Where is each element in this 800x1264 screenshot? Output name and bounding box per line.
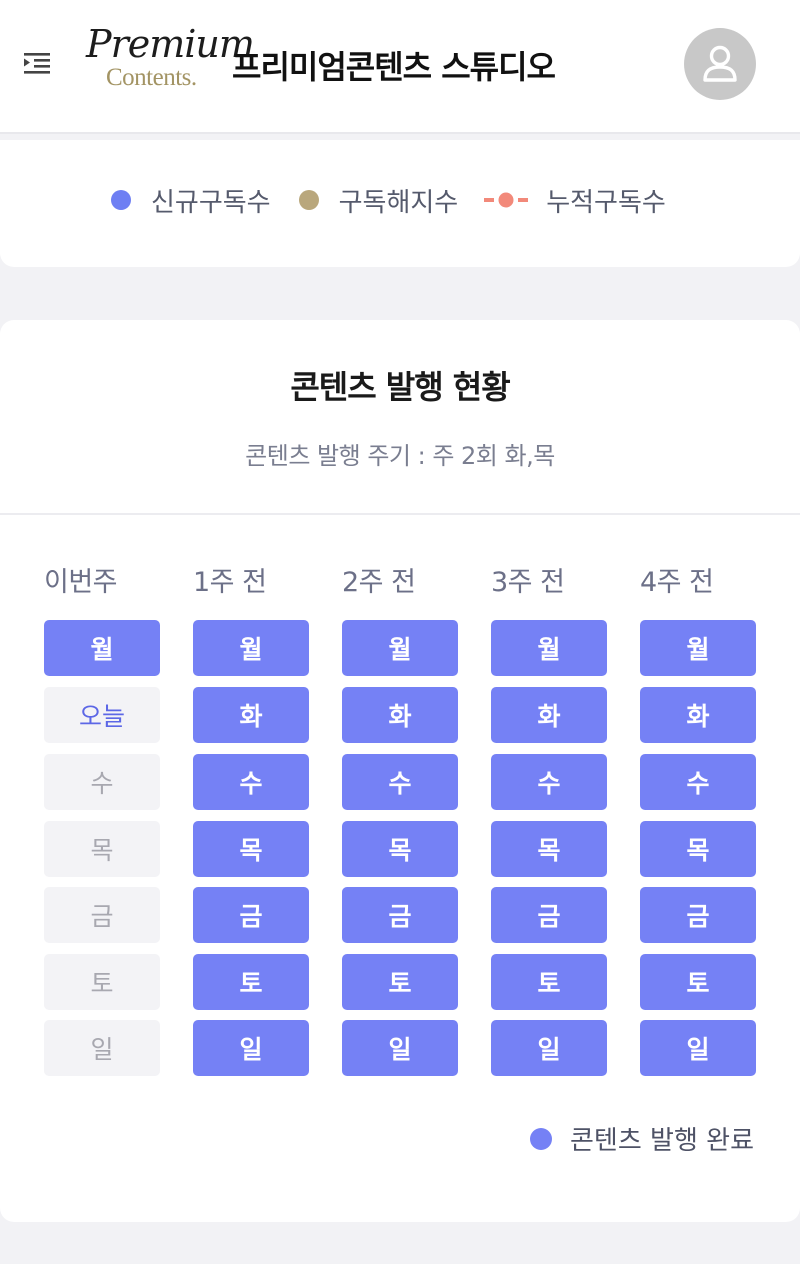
day-cell[interactable]: 수 [44, 754, 160, 810]
app-title: 프리미엄콘텐츠 스튜디오 [232, 48, 556, 86]
day-cell[interactable]: 금 [640, 887, 756, 943]
week-column-header: 4주 전 [640, 567, 714, 598]
day-cell[interactable]: 목 [491, 821, 607, 877]
day-cell[interactable]: 오늘 [44, 687, 160, 743]
user-avatar[interactable] [684, 28, 756, 100]
day-cell[interactable]: 수 [193, 754, 309, 810]
day-cell[interactable]: 토 [193, 954, 309, 1010]
day-cell[interactable]: 수 [491, 754, 607, 810]
day-cell[interactable]: 목 [44, 821, 160, 877]
legend-item-cumulative-subscribers[interactable]: 누적구독수 [484, 182, 666, 219]
day-cell[interactable]: 월 [342, 620, 458, 676]
day-cell[interactable]: 화 [640, 687, 756, 743]
day-cell[interactable]: 목 [342, 821, 458, 877]
day-cell[interactable]: 토 [342, 954, 458, 1010]
day-cell[interactable]: 일 [491, 1020, 607, 1076]
chart-legend: 신규구독수 구독해지수 누적구독수 [111, 182, 666, 218]
line-dot-icon [484, 192, 529, 208]
day-cell[interactable]: 수 [640, 754, 756, 810]
logo-line2: Contents. [106, 64, 197, 91]
day-cell[interactable]: 월 [44, 620, 160, 676]
day-cell[interactable]: 화 [193, 687, 309, 743]
day-cell[interactable]: 목 [640, 821, 756, 877]
publish-status-title: 콘텐츠 발행 현황 [290, 368, 510, 406]
week-column-header: 1주 전 [193, 567, 267, 598]
legend-item-new-subscribers[interactable]: 신규구독수 [111, 182, 271, 219]
week-column-header: 3주 전 [491, 567, 565, 598]
dot-icon [111, 190, 131, 210]
legend-item-unsubscribers[interactable]: 구독해지수 [298, 182, 459, 219]
user-icon [703, 45, 737, 82]
week-column-header: 2주 전 [342, 567, 416, 598]
day-cell[interactable]: 토 [640, 954, 756, 1010]
dot-icon [530, 1127, 553, 1150]
logo-line1: Premium [86, 22, 255, 66]
premium-contents-logo[interactable]: Premium Contents. [84, 22, 255, 94]
dot-icon [298, 190, 319, 210]
day-cell[interactable]: 토 [44, 954, 160, 1010]
legend-label: 신규구독수 [151, 187, 271, 218]
legend-label: 누적구독수 [546, 187, 666, 218]
day-cell[interactable]: 금 [342, 887, 458, 943]
day-cell[interactable]: 일 [640, 1020, 756, 1076]
day-cell[interactable]: 금 [491, 887, 607, 943]
divider [0, 513, 800, 515]
menu-icon[interactable] [22, 50, 54, 76]
day-cell[interactable]: 목 [193, 821, 309, 877]
day-cell[interactable]: 일 [193, 1020, 309, 1076]
day-cell[interactable]: 화 [491, 687, 607, 743]
publish-cycle-subtitle: 콘텐츠 발행 주기 : 주 2회 화,목 [245, 442, 555, 470]
day-cell[interactable]: 일 [44, 1020, 160, 1076]
day-cell[interactable]: 토 [491, 954, 607, 1010]
legend-label: 콘텐츠 발행 완료 [570, 1126, 754, 1156]
publish-complete-legend: 콘텐츠 발행 완료 [530, 1120, 754, 1157]
legend-label: 구독해지수 [338, 187, 459, 218]
week-column-header: 이번주 [44, 567, 118, 598]
day-cell[interactable]: 일 [342, 1020, 458, 1076]
day-cell[interactable]: 화 [342, 687, 458, 743]
day-cell[interactable]: 수 [342, 754, 458, 810]
day-cell[interactable]: 월 [640, 620, 756, 676]
day-cell[interactable]: 금 [44, 887, 160, 943]
day-cell[interactable]: 금 [193, 887, 309, 943]
top-bar: Premium Contents. 프리미엄콘텐츠 스튜디오 [0, 0, 800, 134]
day-cell[interactable]: 월 [193, 620, 309, 676]
day-cell[interactable]: 월 [491, 620, 607, 676]
